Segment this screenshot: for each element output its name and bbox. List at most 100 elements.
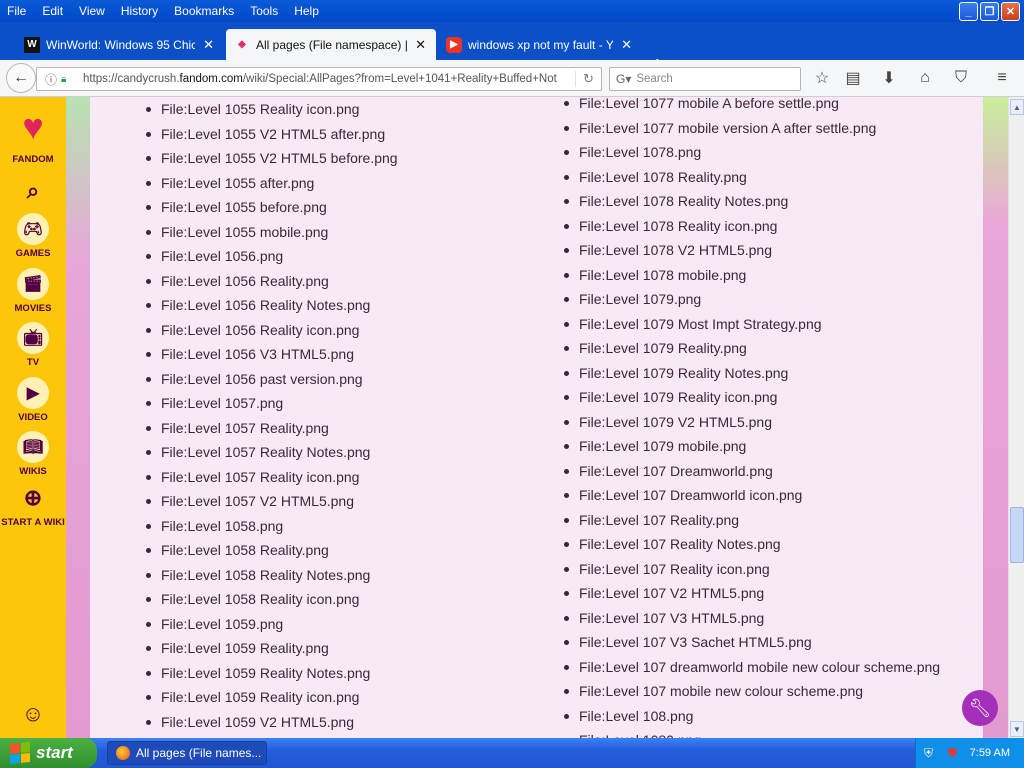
menu-edit[interactable]: Edit [34, 0, 71, 22]
file-link[interactable]: File:Level 1058 Reality icon.png [146, 587, 398, 612]
file-link[interactable]: File:Level 1056 Reality Notes.png [146, 293, 398, 318]
file-link[interactable]: File:Level 1079 Reality icon.png [564, 385, 940, 410]
file-link[interactable]: File:Level 1055 after.png [146, 171, 398, 196]
rail-user[interactable]: ☺ [0, 698, 66, 733]
file-link[interactable]: File:Level 107 Reality Notes.png [564, 532, 940, 557]
menu-tools[interactable]: Tools [242, 0, 286, 22]
menu-history[interactable]: History [113, 0, 166, 22]
restore-button[interactable]: ❐ [980, 2, 999, 21]
file-link[interactable]: File:Level 1079 V2 HTML5.png [564, 410, 940, 435]
scroll-thumb[interactable] [1010, 507, 1024, 563]
file-link[interactable]: File:Level 1056 past version.png [146, 367, 398, 392]
rail-wikis[interactable]: 📖︎ WIKIS [0, 431, 66, 477]
file-link[interactable]: File:Level 1055 V2 HTML5 after.png [146, 122, 398, 147]
tab-all-pages[interactable]: ◈ All pages (File namespace) | … ✕ [226, 29, 436, 60]
url-bar[interactable]: ⓘ 🔒︎ https://candycrush.fandom.com/wiki/… [36, 67, 602, 91]
file-link[interactable]: File:Level 1077 mobile A before settle.p… [564, 97, 940, 116]
file-link[interactable]: File:Level 107 V2 HTML5.png [564, 581, 940, 606]
close-tab-icon[interactable]: ✕ [621, 37, 632, 53]
file-link[interactable]: File:Level 1079 Most Impt Strategy.png [564, 312, 940, 337]
bookmark-star-icon[interactable]: ☆ [812, 68, 832, 88]
menu-file[interactable]: File [0, 0, 34, 22]
start-button[interactable]: start [0, 738, 97, 768]
menu-help[interactable]: Help [286, 0, 327, 22]
file-link[interactable]: File:Level 1058 Reality.png [146, 538, 398, 563]
network-icon[interactable]: ⛨ [924, 746, 940, 761]
reading-list-icon[interactable]: ▤ [843, 68, 863, 88]
security-shield-icon[interactable]: ⛊ [948, 746, 964, 761]
download-icon[interactable]: ⬇ [879, 68, 899, 88]
menu-icon[interactable]: ≡ [992, 68, 1012, 88]
file-link[interactable]: File:Level 1057 Reality Notes.png [146, 440, 398, 465]
file-link[interactable]: File:Level 107 Dreamworld icon.png [564, 483, 940, 508]
menu-bookmarks[interactable]: Bookmarks [166, 0, 242, 22]
rail-games[interactable]: 🎮︎ GAMES [0, 213, 66, 259]
file-link[interactable]: File:Level 1056.png [146, 244, 398, 269]
file-link[interactable]: File:Level 1055 before.png [146, 195, 398, 220]
tab-winworld[interactable]: W WinWorld: Windows 95 Chicago ✕ [16, 29, 224, 60]
search-engine-icon[interactable]: G▾ [616, 72, 631, 86]
file-link[interactable]: File:Level 1057.png [146, 391, 398, 416]
rail-tv[interactable]: 📺︎ TV [0, 322, 66, 368]
file-link[interactable]: File:Level 107 dreamworld mobile new col… [564, 655, 940, 680]
scroll-down-icon[interactable]: ▼ [1010, 721, 1024, 737]
file-link[interactable]: File:Level 1079 mobile.png [564, 434, 940, 459]
pocket-icon[interactable]: ⛉ [951, 68, 971, 88]
file-link[interactable]: File:Level 1056 Reality icon.png [146, 318, 398, 343]
file-link[interactable]: File:Level 1078 V2 HTML5.png [564, 238, 940, 263]
file-link[interactable]: File:Level 1059.png [146, 612, 398, 637]
file-link[interactable]: File:Level 1079 Reality.png [564, 336, 940, 361]
file-link[interactable]: File:Level 108.png [564, 704, 940, 729]
file-link[interactable]: File:Level 1079.png [564, 287, 940, 312]
tab-youtube[interactable]: ▶ windows xp not my fault - Yo… ✕ [438, 29, 642, 60]
home-icon[interactable]: ⌂ [915, 68, 935, 88]
back-button[interactable]: ← [6, 63, 36, 93]
vertical-scrollbar[interactable]: ▲ ▼ [1008, 97, 1024, 738]
wrench-icon[interactable]: 🔧︎ [962, 690, 998, 726]
file-link[interactable]: File:Level 1078.png [564, 140, 940, 165]
file-link[interactable]: File:Level 1056 Reality.png [146, 269, 398, 294]
close-tab-icon[interactable]: ✕ [203, 37, 214, 53]
scroll-up-icon[interactable]: ▲ [1010, 99, 1024, 115]
file-link[interactable]: File:Level 1079 Reality Notes.png [564, 361, 940, 386]
file-link[interactable]: File:Level 1057 V2 HTML5.png [146, 489, 398, 514]
file-link[interactable]: File:Level 1077 mobile version A after s… [564, 116, 940, 141]
file-link[interactable]: File:Level 1078 Reality icon.png [564, 214, 940, 239]
file-link[interactable]: File:Level 1059 Reality Notes.png [146, 661, 398, 686]
file-link[interactable]: File:Level 1055 Reality icon.png [146, 97, 398, 122]
file-link[interactable]: File:Level 107 V3 Sachet HTML5.png [564, 630, 940, 655]
reload-icon[interactable]: ↻ [575, 71, 601, 87]
rail-search[interactable]: ⌕ [0, 175, 66, 210]
file-link[interactable]: File:Level 1078 Reality Notes.png [564, 189, 940, 214]
file-link[interactable]: File:Level 1058.png [146, 514, 398, 539]
close-window-button[interactable]: ✕ [1001, 2, 1020, 21]
file-link[interactable]: File:Level 107 V3 HTML5.png [564, 606, 940, 631]
file-link[interactable]: File:Level 107 Reality.png [564, 508, 940, 533]
url-text[interactable]: https://candycrush.fandom.com/wiki/Speci… [83, 73, 575, 85]
file-link[interactable]: File:Level 107 Reality icon.png [564, 557, 940, 582]
close-tab-icon[interactable]: ✕ [415, 37, 426, 53]
file-link[interactable]: File:Level 1057 Reality icon.png [146, 465, 398, 490]
file-link[interactable]: File:Level 1059 V2 HTML5.png [146, 710, 398, 735]
file-link[interactable]: File:Level 1059 Reality icon.png [146, 685, 398, 710]
file-link[interactable]: File:Level 1058 Reality Notes.png [146, 563, 398, 588]
minimize-button[interactable]: _ [959, 2, 978, 21]
search-input[interactable]: G▾ Search [609, 67, 801, 91]
file-link[interactable]: File:Level 1080.png [564, 728, 940, 738]
file-link[interactable]: File:Level 1059 Reality.png [146, 636, 398, 661]
file-link[interactable]: File:Level 1078 mobile.png [564, 263, 940, 288]
file-link[interactable]: File:Level 1055 mobile.png [146, 220, 398, 245]
rail-start-wiki[interactable]: ⊕ START A WIKI [0, 482, 66, 528]
fandom-logo-link[interactable]: ♥ FANDOM [0, 103, 66, 165]
file-link[interactable]: File:Level 1057 Reality.png [146, 416, 398, 441]
file-link[interactable]: File:Level 107 mobile new colour scheme.… [564, 679, 940, 704]
menu-view[interactable]: View [71, 0, 113, 22]
file-link[interactable]: File:Level 1055 V2 HTML5 before.png [146, 146, 398, 171]
rail-movies[interactable]: 🎬︎ MOVIES [0, 268, 66, 314]
rail-video[interactable]: ▶ VIDEO [0, 377, 66, 423]
file-link[interactable]: File:Level 1056 V3 HTML5.png [146, 342, 398, 367]
info-icon[interactable]: ⓘ [41, 71, 61, 88]
file-link[interactable]: File:Level 1078 Reality.png [564, 165, 940, 190]
file-link[interactable]: File:Level 107 Dreamworld.png [564, 459, 940, 484]
taskbar-item-firefox[interactable]: All pages (File names... [107, 741, 267, 765]
